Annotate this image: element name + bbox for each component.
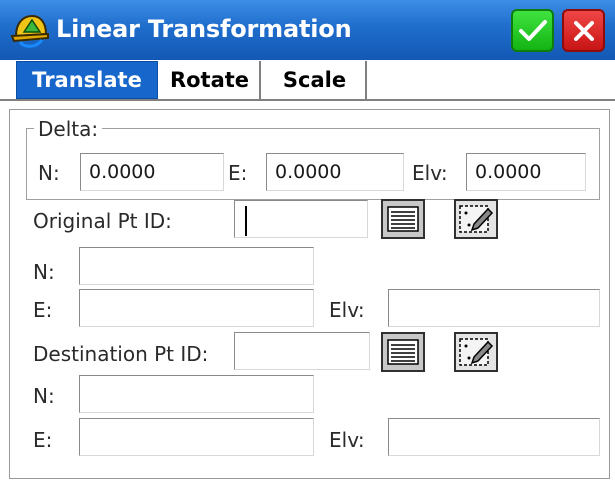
- original-elv-field[interactable]: [388, 289, 600, 327]
- text-cursor: [245, 206, 247, 236]
- window-title: Linear Transformation: [56, 15, 352, 43]
- delta-elv-label: Elv:: [412, 161, 448, 185]
- original-n-field[interactable]: [79, 247, 314, 285]
- delta-n-label: N:: [38, 161, 60, 185]
- destination-map-button[interactable]: [454, 332, 498, 372]
- original-pt-field[interactable]: [234, 200, 368, 238]
- x-icon: [573, 20, 594, 41]
- original-e-field[interactable]: [79, 289, 314, 327]
- tab-divider: [0, 99, 615, 101]
- hardhat-icon: [10, 10, 50, 50]
- checkmark-icon: [518, 19, 547, 41]
- destination-elv-label: Elv:: [329, 428, 365, 452]
- ok-button[interactable]: [511, 9, 554, 52]
- delta-n-field[interactable]: 0.0000: [80, 153, 224, 191]
- delta-group-label: Delta:: [34, 117, 103, 141]
- delta-e-field[interactable]: 0.0000: [266, 153, 404, 191]
- destination-e-label: E:: [33, 428, 53, 452]
- map-pick-icon: [459, 205, 494, 233]
- tab-scale[interactable]: Scale: [264, 61, 367, 99]
- destination-e-field[interactable]: [79, 418, 314, 456]
- list-icon: [387, 339, 419, 365]
- destination-elv-field[interactable]: [388, 418, 600, 456]
- original-elv-label: Elv:: [329, 298, 365, 322]
- original-n-label: N:: [33, 260, 55, 284]
- map-pick-icon: [459, 338, 494, 366]
- tab-translate[interactable]: Translate: [16, 61, 158, 99]
- original-e-label: E:: [33, 298, 53, 322]
- tab-rotate[interactable]: Rotate: [160, 61, 261, 99]
- destination-n-field[interactable]: [79, 375, 314, 413]
- original-list-button[interactable]: [381, 199, 425, 239]
- delta-e-label: E:: [228, 161, 248, 185]
- original-pt-label: Original Pt ID:: [33, 209, 172, 233]
- destination-pt-field[interactable]: [234, 332, 370, 370]
- original-map-button[interactable]: [454, 199, 498, 239]
- delta-elv-field[interactable]: 0.0000: [466, 153, 586, 191]
- destination-pt-label: Destination Pt ID:: [33, 342, 209, 366]
- list-icon: [387, 206, 419, 232]
- close-button[interactable]: [562, 9, 605, 52]
- destination-n-label: N:: [33, 384, 55, 408]
- destination-list-button[interactable]: [381, 332, 425, 372]
